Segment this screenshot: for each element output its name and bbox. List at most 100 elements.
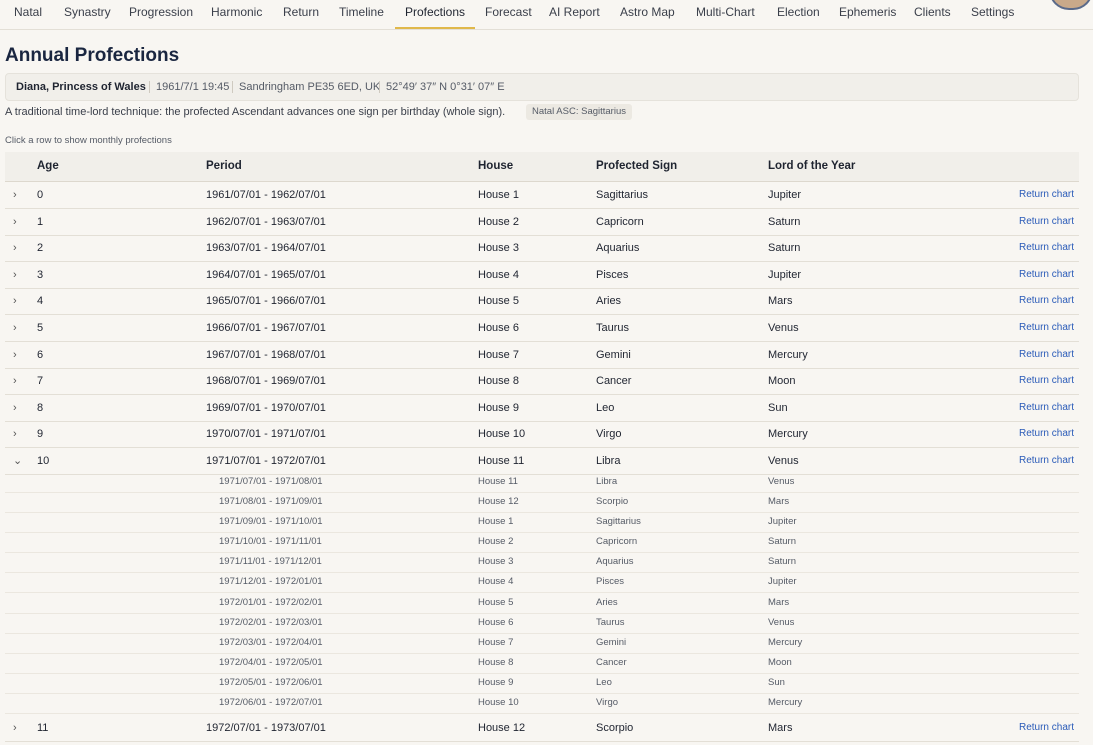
table-row[interactable]: › 0 1961/07/01 - 1962/07/01 House 1 Sagittar… [5,182,1079,209]
chevron-right-icon[interactable]: › [13,182,17,208]
age-cell: 3 [37,269,44,281]
age-cell: 11 [37,722,49,734]
table-row[interactable]: › 9 1970/07/01 - 1971/07/01 House 10 Virgo Me… [5,421,1079,448]
sign-cell: Capricorn [596,216,644,228]
return-chart-link[interactable]: Return chart [1019,448,1074,474]
return-chart-link[interactable]: Return chart [1019,315,1074,341]
chevron-right-icon[interactable]: › [13,235,17,261]
monthly-profection-row: 1972/03/01 - 1972/04/01 House 7 Gemini Merc… [5,633,1079,654]
return-chart-link[interactable]: Return chart [1019,182,1074,208]
table-row[interactable]: › 1 1962/07/01 - 1963/07/01 House 2 Capricor… [5,209,1079,236]
chevron-right-icon[interactable]: › [13,421,17,447]
monthly-lord-cell: Moon [768,657,792,668]
chevron-right-icon[interactable]: › [13,209,17,235]
monthly-sign-cell: Scorpio [596,496,629,507]
monthly-period-cell: 1971/08/01 - 1971/09/01 [219,496,323,507]
chevron-right-icon[interactable]: › [13,715,17,741]
house-cell: House 1 [478,189,519,201]
period-cell: 1961/07/01 - 1962/07/01 [206,189,326,201]
monthly-profection-row: 1972/02/01 - 1972/03/01 House 6 Taurus Venu… [5,613,1079,634]
sign-cell: Scorpio [596,722,634,734]
chevron-right-icon[interactable]: › [13,315,17,341]
chevron-down-icon[interactable]: ⌄ [13,448,22,474]
period-cell: 1964/07/01 - 1965/07/01 [206,269,326,281]
monthly-lord-cell: Venus [768,476,795,487]
tab-profections[interactable]: Profections [395,0,476,29]
table-row[interactable]: › 11 1972/07/01 - 1973/07/01 House 12 Scorpi… [5,715,1079,742]
return-chart-link[interactable]: Return chart [1019,395,1074,421]
table-row[interactable]: › 7 1968/07/01 - 1969/07/01 House 8 Cancer Mo… [5,368,1079,395]
top-nav: Natal Synastry Progression Harmonic Return Ti… [0,0,1093,30]
chevron-right-icon[interactable]: › [13,288,17,314]
tab-timeline[interactable]: Timeline [339,0,384,29]
table-row[interactable]: › 3 1964/07/01 - 1965/07/01 House 4 Pisces Ju… [5,262,1079,289]
tab-harmonic[interactable]: Harmonic [211,0,262,29]
tab-forecast[interactable]: Forecast [485,0,532,29]
return-chart-link[interactable]: Return chart [1019,209,1074,235]
table-row[interactable]: ⌄ 10 1971/07/01 - 1972/07/01 House 11 Libra V… [5,448,1079,475]
monthly-period-cell: 1971/07/01 - 1971/08/01 [219,476,323,487]
age-cell: 10 [37,455,50,467]
return-chart-link[interactable]: Return chart [1019,342,1074,368]
tab-synastry[interactable]: Synastry [64,0,111,29]
user-avatar[interactable] [1049,0,1093,10]
table-row[interactable]: › 4 1965/07/01 - 1966/07/01 House 5 Aries Mar… [5,288,1079,315]
table-row[interactable]: › 5 1966/07/01 - 1967/07/01 House 6 Taurus Ve… [5,315,1079,342]
monthly-profection-row: 1971/08/01 - 1971/09/01 House 12 Scorpio Ma… [5,492,1079,513]
tab-multi-chart[interactable]: Multi-Chart [696,0,755,29]
monthly-sign-cell: Taurus [596,617,625,628]
monthly-period-cell: 1972/06/01 - 1972/07/01 [219,697,323,708]
period-cell: 1965/07/01 - 1966/07/01 [206,295,326,307]
return-chart-link[interactable]: Return chart [1019,288,1074,314]
lord-cell: Saturn [768,216,801,228]
monthly-profection-row: 1971/07/01 - 1971/08/01 House 11 Libra Venu… [5,472,1079,493]
table-row[interactable]: › 6 1967/07/01 - 1968/07/01 House 7 Gemini Me… [5,342,1079,369]
monthly-house-cell: House 7 [478,637,514,648]
subject-coords: 52°49′ 37″ N 0°31′ 07″ E [386,81,505,93]
return-chart-link[interactable]: Return chart [1019,368,1074,394]
age-cell: 0 [37,189,44,201]
chevron-right-icon[interactable]: › [13,395,17,421]
tab-ephemeris[interactable]: Ephemeris [839,0,896,29]
tab-settings[interactable]: Settings [971,0,1014,29]
tab-clients[interactable]: Clients [914,0,951,29]
tab-natal[interactable]: Natal [14,0,42,29]
monthly-lord-cell: Jupiter [768,576,797,587]
period-cell: 1967/07/01 - 1968/07/01 [206,349,326,361]
tab-ai-report[interactable]: AI Report [549,0,600,29]
return-chart-link[interactable]: Return chart [1019,235,1074,261]
chevron-right-icon[interactable]: › [13,368,17,394]
table-row[interactable]: › 8 1969/07/01 - 1970/07/01 House 9 Leo Sun Re… [5,395,1079,422]
chevron-right-icon[interactable]: › [13,262,17,288]
monthly-profection-row: 1972/06/01 - 1972/07/01 House 10 Virgo Merc… [5,693,1079,714]
page-title: Annual Profections [5,45,180,66]
subject-place: Sandringham PE35 6ED, UK [239,81,381,93]
tab-election[interactable]: Election [777,0,820,29]
monthly-profection-row: 1971/10/01 - 1971/11/01 House 2 Capricorn S… [5,532,1079,553]
return-chart-link[interactable]: Return chart [1019,421,1074,447]
column-header-age: Age [37,160,59,172]
chevron-right-icon[interactable]: › [13,342,17,368]
monthly-house-cell: House 6 [478,617,514,628]
table-header: Age Period House Profected Sign Lord of … [5,152,1079,182]
return-chart-link[interactable]: Return chart [1019,715,1074,741]
monthly-period-cell: 1971/11/01 - 1971/12/01 [219,556,322,567]
tab-astro-map[interactable]: Astro Map [620,0,675,29]
monthly-sign-cell: Libra [596,476,618,487]
table-row[interactable]: › 2 1963/07/01 - 1964/07/01 House 3 Aquarius… [5,235,1079,262]
period-cell: 1968/07/01 - 1969/07/01 [206,375,326,387]
monthly-house-cell: House 10 [478,697,519,708]
house-cell: House 3 [478,242,519,254]
tab-progression[interactable]: Progression [129,0,193,29]
column-header-house: House [478,160,514,172]
monthly-sign-cell: Pisces [596,576,624,587]
monthly-period-cell: 1971/10/01 - 1971/11/01 [219,536,322,547]
monthly-profection-row: 1971/11/01 - 1971/12/01 House 3 Aquarius Sa… [5,552,1079,573]
age-cell: 7 [37,375,44,387]
monthly-house-cell: House 1 [478,516,514,527]
column-header-period: Period [206,160,242,172]
return-chart-link[interactable]: Return chart [1019,262,1074,288]
tab-return[interactable]: Return [283,0,319,29]
divider [379,81,380,93]
monthly-profection-row: 1972/05/01 - 1972/06/01 House 9 Leo Sun [5,673,1079,694]
